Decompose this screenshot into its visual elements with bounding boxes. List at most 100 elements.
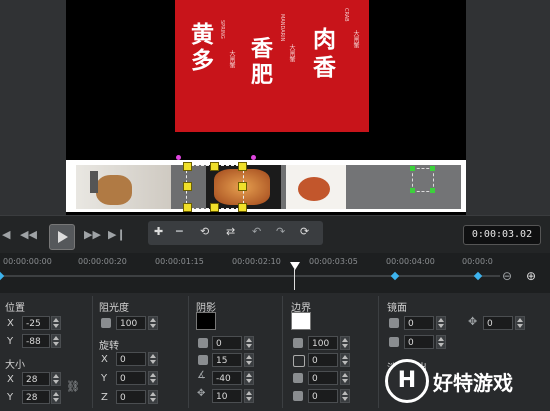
swap-icon[interactable]: ⇄ [226,225,235,238]
site-watermark: H 好特游戏 [385,355,545,405]
resize-handle-tl[interactable] [183,162,192,171]
mirror-fade-stepper[interactable] [436,335,446,349]
timecode-display[interactable]: 0:00:03.02 [463,225,541,245]
rotation-y-field[interactable]: 0 [116,371,146,385]
resize-handle-t[interactable] [210,162,219,171]
zoom-out-icon[interactable]: ⊖ [502,269,512,283]
poster-tiny-left: SPRING [219,20,225,39]
position-y-stepper[interactable] [51,334,61,348]
position-x-field[interactable]: -25 [22,316,50,330]
position-y-label: Y [7,336,14,347]
reverse-icon[interactable]: ⟲ [200,225,209,238]
shadow-distance-stepper[interactable] [244,389,254,403]
poster-tiny-mid: MANDARIN [279,14,285,42]
opacity-label: 阻光度 [99,303,129,314]
link-icon[interactable]: ⛓ [66,380,80,393]
remove-keyframe-icon[interactable]: ━ [176,225,183,238]
next-frame-icon[interactable]: ▶▶ [84,228,101,241]
previous-frame-icon[interactable]: ◀◀ [20,228,37,241]
shadow-opacity-stepper[interactable] [244,336,254,350]
panel-divider [188,296,189,408]
size-label: 大小 [5,360,25,371]
size-y-label: Y [7,392,14,403]
green-handle[interactable] [410,166,415,171]
resize-handle-r[interactable] [238,182,247,191]
border-width-stepper[interactable] [340,353,350,367]
image-strip[interactable] [66,160,466,212]
opacity-icon [101,318,111,328]
resize-handle-tr[interactable] [238,162,247,171]
move-icon: ✥ [468,315,478,328]
play-button[interactable] [49,224,75,250]
size-y-stepper[interactable] [51,390,61,404]
resize-handle-bl[interactable] [183,203,192,212]
shadow-color-swatch[interactable] [196,312,216,330]
mirror-distance-field[interactable]: 0 [483,316,513,330]
strip-panel-1 [76,165,171,209]
ruler-tick-label: 00:00:01:15 [155,257,204,266]
rotation-x-stepper[interactable] [148,352,158,366]
size-x-stepper[interactable] [51,372,61,386]
shadow-distance-field[interactable]: 10 [212,389,242,403]
keyframe-track[interactable] [0,275,500,277]
motion-point-icon[interactable] [251,155,256,160]
distance-icon: ✥ [197,388,206,399]
resize-handle-l[interactable] [183,182,192,191]
border-radius-field[interactable]: 0 [308,389,338,403]
ruler-tick-label: 00:00:00:20 [78,257,127,266]
mirror-distance-stepper[interactable] [515,316,525,330]
green-handle[interactable] [430,166,435,171]
border-color-swatch[interactable] [291,312,311,330]
shadow-blur-field[interactable]: 15 [212,353,242,367]
ruler-tick-label: 00:00:04:00 [386,257,435,266]
shadow-opacity-field[interactable]: 0 [212,336,242,350]
move-left-icon[interactable]: ↶ [252,225,261,238]
mirror-fade-field[interactable]: 0 [404,335,434,349]
rotation-z-label: Z [101,392,108,403]
rotation-x-field[interactable]: 0 [116,352,146,366]
size-y-field[interactable]: 28 [22,390,50,404]
rotation-z-stepper[interactable] [148,390,158,404]
opacity-field[interactable]: 100 [116,316,146,330]
border-width-field[interactable]: 0 [308,353,338,367]
poster-tag-right: 大闸蟹 [352,30,359,48]
position-x-stepper[interactable] [51,316,61,330]
playhead[interactable] [290,262,300,270]
move-right-icon[interactable]: ↷ [276,225,285,238]
resize-handle-b[interactable] [210,203,219,212]
mirror-opacity-field[interactable]: 0 [404,316,434,330]
border-opacity-stepper[interactable] [340,336,350,350]
rotation-y-stepper[interactable] [148,371,158,385]
shadow-blur-stepper[interactable] [244,353,254,367]
shadow-angle-stepper[interactable] [244,371,254,385]
zoom-in-icon[interactable]: ⊕ [526,269,536,283]
reset-icon[interactable]: ⟳ [300,225,309,238]
shadow-blur-icon [198,355,208,365]
border-style-field[interactable]: 0 [308,371,338,385]
position-y-field[interactable]: -88 [22,334,50,348]
green-handle[interactable] [410,188,415,193]
resize-handle-br[interactable] [238,203,247,212]
border-style-stepper[interactable] [340,371,350,385]
poster-image[interactable]: 黄多 香肥 肉香 大闸蟹 大闸蟹 大闸蟹 SPRING MANDARIN CRA… [175,0,369,132]
angle-icon: ∡ [197,370,206,381]
go-to-end-icon[interactable]: ▶❙ [108,228,126,241]
strip-panel-6 [346,165,461,209]
add-keyframe-icon[interactable]: ✚ [154,225,163,238]
green-handle[interactable] [430,188,435,193]
rotation-z-field[interactable]: 0 [116,390,146,404]
playhead-line [294,268,295,290]
watermark-text: 好特游戏 [433,371,513,395]
opacity-stepper[interactable] [148,316,158,330]
border-radius-stepper[interactable] [340,389,350,403]
step-back-icon[interactable]: ◀ [2,228,10,241]
size-x-label: X [7,374,14,385]
ruler-tick-label: 00:00:03:05 [309,257,358,266]
shadow-angle-field[interactable]: -40 [212,371,242,385]
mirror-opacity-stepper[interactable] [436,316,446,330]
rotation-x-label: X [101,354,108,365]
border-opacity-field[interactable]: 100 [308,336,338,350]
motion-point-icon[interactable] [176,155,181,160]
poster-tiny-right: CRAB [343,8,349,22]
size-x-field[interactable]: 28 [22,372,50,386]
